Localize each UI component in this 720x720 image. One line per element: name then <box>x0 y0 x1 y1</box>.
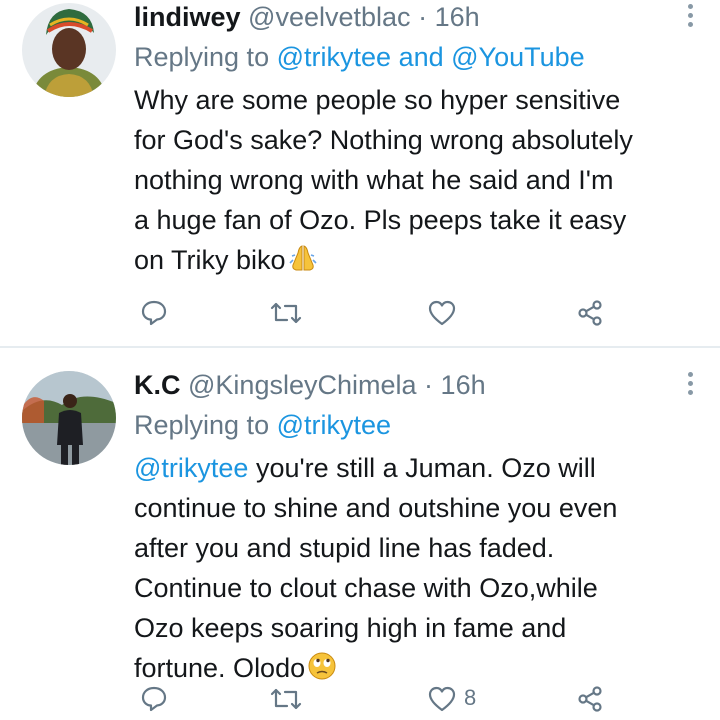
share-icon[interactable] <box>570 679 610 719</box>
tweet-text-line: nothing wrong with what he said and I'm <box>134 165 614 195</box>
tweet-text-line: Why are some people so hyper sensitive <box>134 85 621 115</box>
replying-to: Replying to @trikytee and @YouTube <box>134 38 700 76</box>
tweet-text-line: you're still a Juman. Ozo will <box>248 453 596 483</box>
replying-to-label: Replying to <box>134 42 270 72</box>
like-icon[interactable] <box>422 679 462 719</box>
tweet-text-line: Continue to clout chase with Ozo,while <box>134 573 598 603</box>
timestamp[interactable]: 16h <box>435 2 480 32</box>
display-name[interactable]: lindiwey <box>134 2 241 32</box>
tweet-1[interactable]: lindiwey @veelvetblac · 16h Replying to … <box>0 0 720 347</box>
mention-link[interactable]: @trikytee <box>134 453 248 483</box>
reply-joiner: and <box>398 42 444 72</box>
tweet-text-line: for God's sake? Nothing wrong absolutely <box>134 125 633 155</box>
reply-icon[interactable] <box>134 293 174 333</box>
tweet-text-line: continue to shine and outshine you even <box>134 493 618 523</box>
tweet-header: lindiwey @veelvetblac · 16h <box>134 0 700 34</box>
tweet-text-line: Ozo keeps soaring high in fame and <box>134 613 567 643</box>
reply-user-link[interactable]: @trikytee <box>277 42 391 72</box>
tweet-actions <box>134 293 654 333</box>
tweet-actions: 8 <box>134 679 654 719</box>
tweet-text: Why are some people so hyper sensitive f… <box>134 80 700 284</box>
more-options-icon[interactable] <box>686 372 694 398</box>
tweet-text: @trikytee you're still a Juman. Ozo will… <box>134 448 700 692</box>
like-count: 8 <box>464 685 477 710</box>
separator: · <box>424 370 434 400</box>
avatar[interactable] <box>22 371 116 465</box>
separator: · <box>418 2 428 32</box>
tweet-2[interactable]: K.C @KingsleyChimela · 16h Replying to @… <box>0 347 720 720</box>
tweet-text-line: after you and stupid line has faded. <box>134 533 555 563</box>
user-handle[interactable]: @veelvetblac <box>248 2 411 32</box>
replying-to-label: Replying to <box>134 410 270 440</box>
reply-user-link[interactable]: @trikytee <box>277 410 391 440</box>
timestamp[interactable]: 16h <box>441 370 486 400</box>
tweet-header: K.C @KingsleyChimela · 16h <box>134 368 700 402</box>
retweet-icon[interactable] <box>266 293 306 333</box>
reply-user-link[interactable]: @YouTube <box>451 42 585 72</box>
tweet-text-line: a huge fan of Ozo. Pls peeps take it eas… <box>134 205 627 235</box>
more-options-icon[interactable] <box>686 4 694 30</box>
folded-hands-emoji <box>287 243 319 284</box>
retweet-icon[interactable] <box>266 679 306 719</box>
display-name[interactable]: K.C <box>134 370 181 400</box>
user-handle[interactable]: @KingsleyChimela <box>188 370 417 400</box>
avatar[interactable] <box>22 3 116 97</box>
replying-to: Replying to @trikytee <box>134 406 700 444</box>
reply-icon[interactable] <box>134 679 174 719</box>
share-icon[interactable] <box>570 293 610 333</box>
like-icon[interactable] <box>422 293 462 333</box>
tweet-text-line: on Triky biko <box>134 245 286 275</box>
